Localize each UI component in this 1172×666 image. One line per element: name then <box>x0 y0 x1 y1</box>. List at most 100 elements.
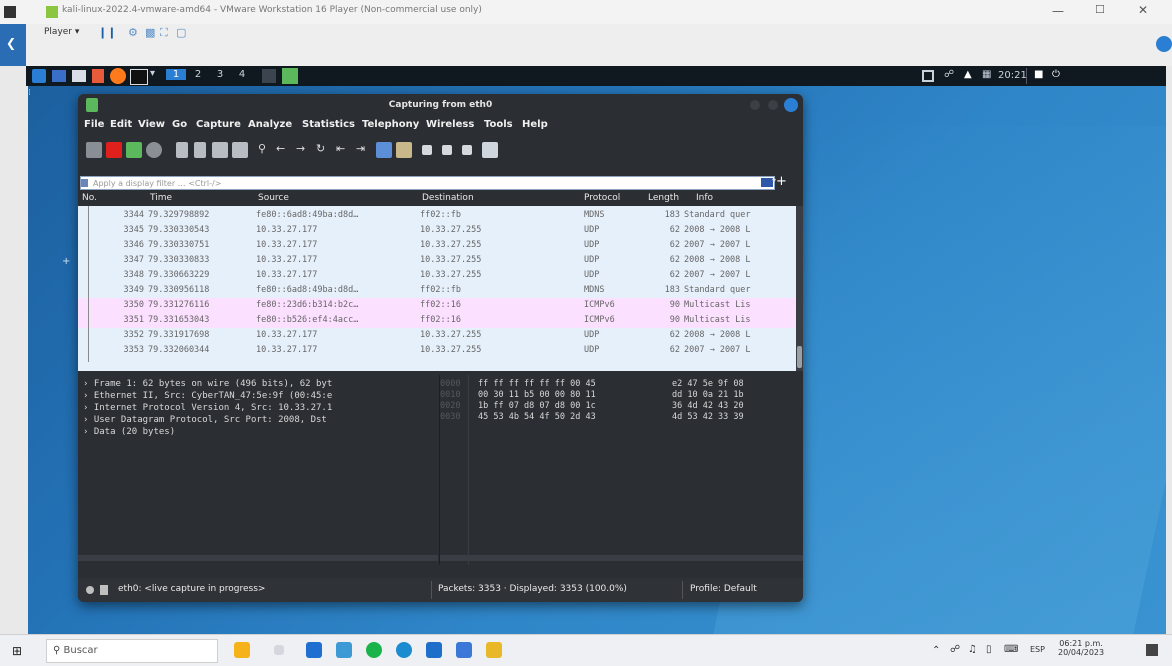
autoscroll-icon[interactable] <box>376 142 392 158</box>
resize-columns-icon[interactable] <box>482 142 498 158</box>
packet-row[interactable]: 3352 79.331917698 10.33.27.177 10.33.27.255… <box>78 328 796 343</box>
menu-go[interactable]: Go <box>172 119 187 130</box>
send-ctrl-alt-del-icon[interactable]: ⚙ <box>128 26 138 39</box>
vmware-side-button[interactable] <box>1156 36 1172 52</box>
screen-icon[interactable] <box>922 70 934 82</box>
back-arrow-icon[interactable]: ❮ <box>6 36 16 50</box>
notifications-icon[interactable] <box>1146 644 1158 656</box>
ws-minimize-button[interactable] <box>750 100 760 110</box>
workspace-4[interactable]: 4 <box>232 69 252 80</box>
folder-taskbar-icon[interactable] <box>486 642 502 658</box>
start-capture-icon[interactable] <box>86 142 102 158</box>
go-back-icon[interactable]: ← <box>276 142 292 158</box>
minimize-button[interactable]: — <box>1052 4 1064 18</box>
bytes-hex2-3[interactable]: 4d 53 42 33 39 <box>672 412 744 422</box>
power-icon[interactable]: ⏻ <box>1052 69 1060 80</box>
firefox-icon[interactable] <box>110 68 126 84</box>
chevron-down-icon[interactable]: ▾ <box>150 68 155 79</box>
col-destination[interactable]: Destination <box>422 193 474 203</box>
pause-icon[interactable]: ❙❙ <box>98 26 116 39</box>
vmware-taskbar-icon[interactable] <box>456 642 472 658</box>
vscode-icon[interactable] <box>426 642 442 658</box>
restart-capture-icon[interactable] <box>126 142 142 158</box>
lock-icon[interactable]: ■ <box>1034 69 1043 80</box>
filter-dropdown-icon[interactable]: ▾ <box>772 176 776 185</box>
removable-devices-icon[interactable]: ▩ <box>145 26 155 39</box>
maximize-button[interactable]: ☐ <box>1095 3 1105 16</box>
col-source[interactable]: Source <box>258 193 289 203</box>
bytes-hex1-0[interactable]: ff ff ff ff ff ff 00 45 <box>478 379 596 389</box>
detail-ip[interactable]: › Internet Protocol Version 4, Src: 10.3… <box>83 403 332 413</box>
zoom-in-icon[interactable] <box>422 145 432 155</box>
capture-options-icon[interactable] <box>146 142 162 158</box>
notification-bell-icon[interactable]: ▲ <box>964 69 972 80</box>
kali-menu-icon[interactable] <box>32 69 46 83</box>
normal-size-icon[interactable] <box>462 145 472 155</box>
menu-tools[interactable]: Tools <box>484 119 513 130</box>
menu-help[interactable]: Help <box>522 119 548 130</box>
workspace-3[interactable]: 3 <box>210 69 230 80</box>
file-manager-icon[interactable] <box>72 70 86 82</box>
col-length[interactable]: Length <box>648 193 679 203</box>
menu-capture[interactable]: Capture <box>196 119 241 130</box>
find-packet-icon[interactable]: ⚲ <box>258 142 274 158</box>
packet-row[interactable]: 3351 79.331653043 fe80::b526:ef4:4acc… ff02… <box>78 313 796 328</box>
go-first-icon[interactable]: ⇤ <box>336 142 352 158</box>
text-editor-icon[interactable] <box>92 69 104 83</box>
bytes-hscrollbar[interactable] <box>440 555 803 561</box>
ws-close-button[interactable] <box>784 98 798 112</box>
file-explorer-icon[interactable] <box>336 642 352 658</box>
task-view-icon[interactable] <box>274 645 284 655</box>
add-filter-button[interactable]: + <box>776 174 787 189</box>
packet-row[interactable]: 3353 79.332060344 10.33.27.177 10.33.27.255… <box>78 343 796 358</box>
col-time[interactable]: Time <box>150 193 172 203</box>
bytes-hex2-0[interactable]: e2 47 5e 9f 08 <box>672 379 744 389</box>
menu-statistics[interactable]: Statistics <box>302 119 355 130</box>
bytes-hex1-2[interactable]: 1b ff 07 d8 07 d8 00 1c <box>478 401 596 411</box>
store-icon[interactable] <box>306 642 322 658</box>
display-filter-input[interactable]: Apply a display filter … <Ctrl-/> <box>80 176 775 190</box>
taskbar-terminal-window[interactable] <box>262 69 276 83</box>
tray-clock[interactable]: 06:21 p.m. 20/04/2023 <box>1058 639 1104 657</box>
packet-list-scrollbar[interactable] <box>796 206 803 371</box>
packet-row[interactable]: 3350 79.331276116 fe80::23d6:b314:b2c… ff02… <box>78 298 796 313</box>
taskbar-search-box[interactable]: ⚲ Buscar <box>46 639 218 663</box>
capture-comment-icon[interactable] <box>100 585 108 595</box>
detail-data[interactable]: › Data (20 bytes) <box>83 427 175 437</box>
expert-info-icon[interactable] <box>86 586 94 594</box>
tray-battery-icon[interactable]: ▯ <box>986 644 992 655</box>
zoom-out-icon[interactable] <box>442 145 452 155</box>
reload-file-icon[interactable] <box>232 142 248 158</box>
col-info[interactable]: Info <box>696 193 713 203</box>
calendar-icon[interactable]: ▦ <box>982 69 991 80</box>
packet-row[interactable]: 3347 79.330330833 10.33.27.177 10.33.27.255… <box>78 253 796 268</box>
go-forward-icon[interactable]: → <box>296 142 312 158</box>
packet-row[interactable]: 3346 79.330330751 10.33.27.177 10.33.27.255… <box>78 238 796 253</box>
unity-icon[interactable]: ▢ <box>176 26 186 39</box>
stop-capture-icon[interactable] <box>106 142 122 158</box>
detail-udp[interactable]: › User Datagram Protocol, Src Port: 2008… <box>83 415 327 425</box>
colorize-icon[interactable] <box>396 142 412 158</box>
bytes-hex1-1[interactable]: 00 30 11 b5 00 00 80 11 <box>478 390 596 400</box>
tray-keyboard-icon[interactable]: ⌨ <box>1004 644 1018 655</box>
bytes-hex1-3[interactable]: 45 53 4b 54 4f 50 2d 43 <box>478 412 596 422</box>
edge-icon[interactable] <box>396 642 412 658</box>
packet-row[interactable]: 3349 79.330956118 fe80::6ad8:49ba:d8d… ff02… <box>78 283 796 298</box>
packet-row[interactable]: 3348 79.330663229 10.33.27.177 10.33.27.255… <box>78 268 796 283</box>
detail-ethernet[interactable]: › Ethernet II, Src: CyberTAN_47:5e:9f (0… <box>83 391 332 401</box>
packet-list-scroll-thumb[interactable] <box>797 346 802 368</box>
close-file-icon[interactable] <box>212 142 228 158</box>
tray-network-icon[interactable]: ☍ <box>950 644 960 655</box>
taskbar-wireshark-window[interactable] <box>282 68 298 84</box>
tray-language[interactable]: ESP <box>1030 645 1045 654</box>
panel-clock[interactable]: 20:21 <box>998 70 1027 81</box>
tray-volume-icon[interactable]: ♫ <box>968 644 977 655</box>
workspace-1[interactable]: 1 <box>166 69 186 80</box>
col-protocol[interactable]: Protocol <box>584 193 620 203</box>
close-button[interactable]: ✕ <box>1138 3 1148 17</box>
bytes-hex2-1[interactable]: dd 10 0a 21 1b <box>672 390 744 400</box>
workspace-2[interactable]: 2 <box>188 69 208 80</box>
open-file-icon[interactable] <box>176 142 188 158</box>
menu-wireless[interactable]: Wireless <box>426 119 474 130</box>
go-to-packet-icon[interactable]: ↻ <box>316 142 332 158</box>
